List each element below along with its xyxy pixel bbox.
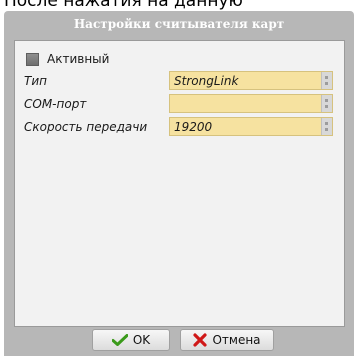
type-row: Тип StrongLink — [15, 71, 344, 91]
type-select-value: StrongLink — [174, 74, 239, 88]
settings-panel: Активный Тип StrongLink COM-порт Скорост… — [14, 40, 345, 327]
dialog-title-bar[interactable]: Настройки считывателя карт — [4, 11, 354, 37]
type-select-arrow[interactable] — [321, 72, 332, 89]
card-reader-settings-dialog: Настройки считывателя карт Активный Тип … — [4, 11, 354, 356]
active-row: Активный — [15, 49, 344, 69]
ok-button[interactable]: OK — [92, 329, 170, 351]
ok-button-label: OK — [132, 333, 151, 347]
cancel-button-label: Отмена — [212, 333, 261, 347]
baud-rate-select[interactable]: 19200 — [169, 117, 333, 136]
check-icon — [111, 334, 128, 346]
background-caption-strip: После нажатия на данную — [0, 0, 358, 11]
active-label[interactable]: Активный — [47, 52, 109, 66]
baud-rate-select-arrow[interactable] — [321, 118, 332, 135]
com-port-row: COM-порт — [15, 94, 344, 114]
cancel-button[interactable]: Отмена — [180, 329, 274, 351]
type-select[interactable]: StrongLink — [169, 71, 333, 90]
baud-rate-label: Скорость передачи — [24, 120, 148, 134]
baud-rate-row: Скорость передачи 19200 — [15, 117, 344, 137]
active-checkbox[interactable] — [26, 53, 39, 66]
background-caption: После нажатия на данную — [4, 0, 243, 11]
com-port-select-arrow[interactable] — [321, 95, 332, 112]
com-port-label: COM-порт — [24, 97, 87, 111]
type-label: Тип — [24, 74, 47, 88]
com-port-select[interactable] — [169, 94, 333, 113]
dialog-title: Настройки считывателя карт — [73, 17, 285, 31]
cross-icon — [193, 333, 208, 347]
baud-rate-select-value: 19200 — [174, 120, 213, 134]
